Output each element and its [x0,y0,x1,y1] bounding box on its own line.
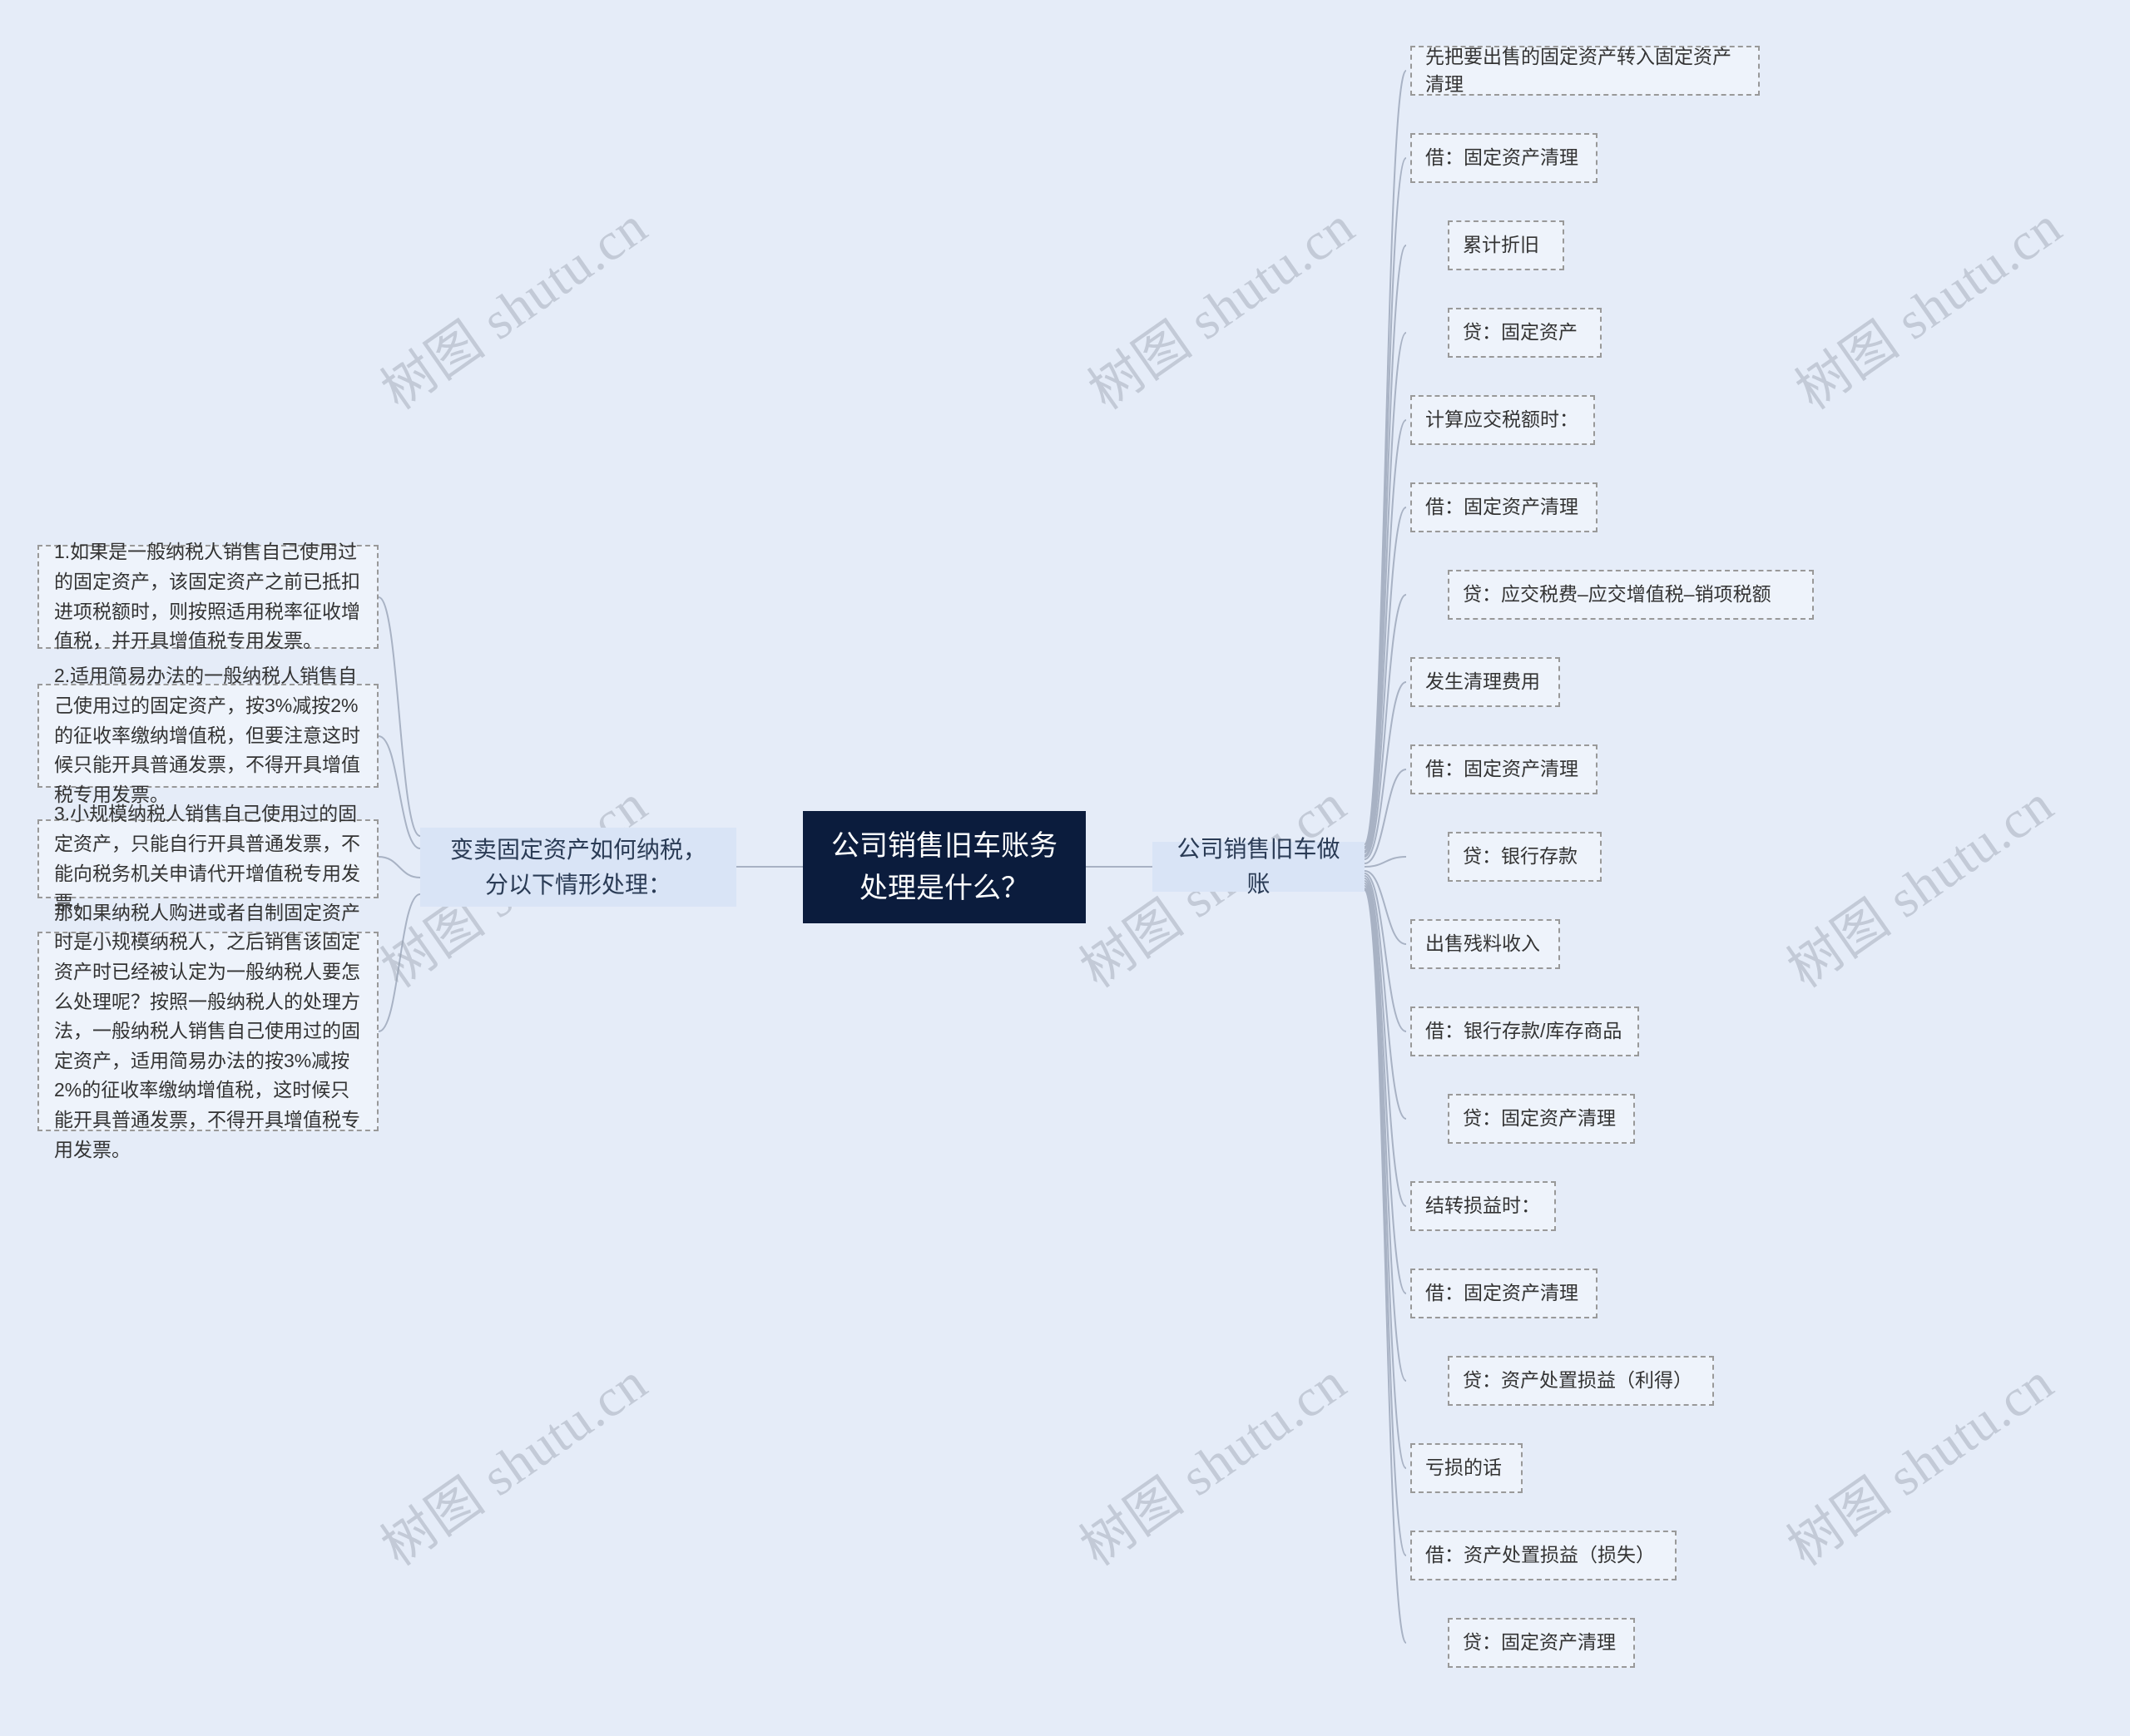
right-item-16[interactable]: 贷：资产处置损益（利得） [1448,1356,1714,1406]
right-item-15[interactable]: 借：固定资产清理 [1410,1269,1598,1318]
right-item-9[interactable]: 借：固定资产清理 [1410,744,1598,794]
right-item-10[interactable]: 贷：银行存款 [1448,832,1602,882]
right-item-8[interactable]: 发生清理费用 [1410,657,1560,707]
right-item-7[interactable]: 贷：应交税费–应交增值税–销项税额 [1448,570,1814,620]
right-item-17[interactable]: 亏损的话 [1410,1443,1523,1493]
right-item-5[interactable]: 计算应交税额时： [1410,395,1595,445]
watermark: 树图 shutu.cn [364,1341,660,1580]
watermark: 树图 shutu.cn [1063,1341,1359,1580]
right-item-12[interactable]: 借：银行存款/库存商品 [1410,1006,1639,1056]
watermark: 树图 shutu.cn [1778,185,2074,424]
watermark: 树图 shutu.cn [364,185,660,424]
center-node[interactable]: 公司销售旧车账务处理是什么？ [803,811,1086,923]
right-item-4[interactable]: 贷：固定资产 [1448,308,1602,358]
right-item-13[interactable]: 贷：固定资产清理 [1448,1094,1635,1144]
right-item-11[interactable]: 出售残料收入 [1410,919,1560,969]
right-item-2[interactable]: 借：固定资产清理 [1410,133,1598,183]
mindmap-canvas: 树图 shutu.cn 树图 shutu.cn 树图 shutu.cn 树图 s… [0,0,2130,1736]
right-item-1[interactable]: 先把要出售的固定资产转入固定资产清理 [1410,46,1760,96]
left-item-2[interactable]: 2.适用简易办法的一般纳税人销售自己使用过的固定资产，按3%减按2%的征收率缴纳… [37,684,379,788]
right-item-3[interactable]: 累计折旧 [1448,220,1564,270]
right-item-6[interactable]: 借：固定资产清理 [1410,482,1598,532]
watermark: 树图 shutu.cn [1770,1341,2066,1580]
left-item-3[interactable]: 3.小规模纳税人销售自己使用过的固定资产，只能自行开具普通发票，不能向税务机关申… [37,819,379,898]
right-item-18[interactable]: 借：资产处置损益（损失） [1410,1531,1677,1580]
right-item-14[interactable]: 结转损益时： [1410,1181,1556,1231]
left-branch-node[interactable]: 变卖固定资产如何纳税，分以下情形处理： [420,828,736,907]
watermark: 树图 shutu.cn [1071,185,1367,424]
left-item-1[interactable]: 1.如果是一般纳税人销售自己使用过的固定资产，该固定资产之前已抵扣进项税额时，则… [37,545,379,649]
right-branch-node[interactable]: 公司销售旧车做账 [1152,842,1365,892]
left-item-4[interactable]: 那如果纳税人购进或者自制固定资产时是小规模纳税人，之后销售该固定资产时已经被认定… [37,932,379,1131]
right-item-19[interactable]: 贷：固定资产清理 [1448,1618,1635,1668]
watermark: 树图 shutu.cn [1770,763,2066,1002]
